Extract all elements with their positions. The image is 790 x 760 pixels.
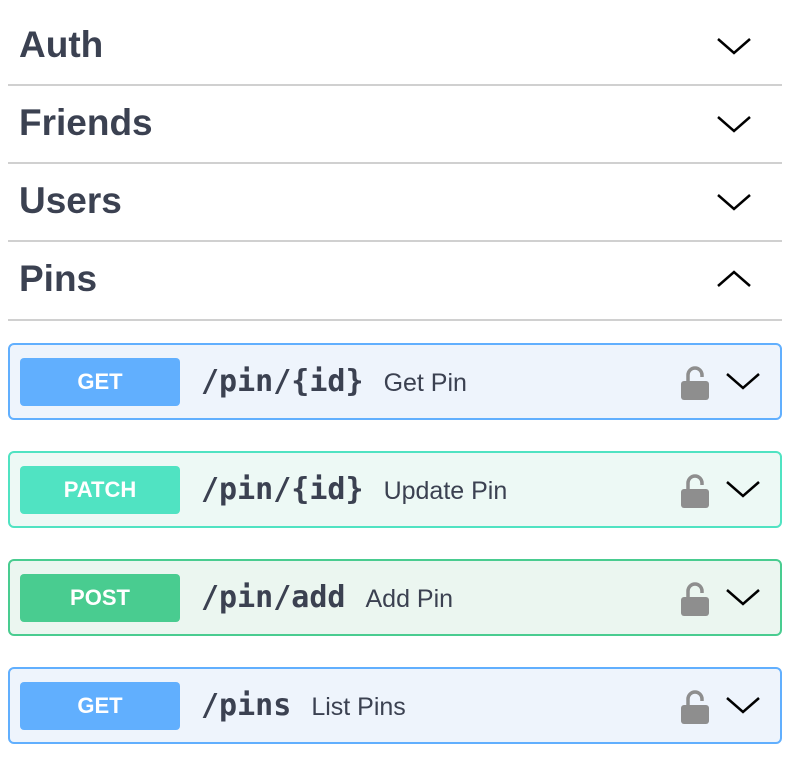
- operation-update-pin[interactable]: PATCH /pin/{id} Update Pin: [8, 451, 782, 528]
- section-title-pins: Pins: [19, 258, 98, 299]
- method-badge-patch: PATCH: [20, 466, 180, 514]
- operation-add-pin[interactable]: POST /pin/add Add Pin: [8, 559, 782, 636]
- section-users[interactable]: Users: [8, 164, 782, 242]
- section-pins[interactable]: Pins: [8, 243, 782, 321]
- lock-icon[interactable]: [680, 473, 710, 509]
- lock-icon[interactable]: [680, 581, 710, 617]
- method-badge-get: GET: [20, 682, 180, 730]
- method-badge-post: POST: [20, 574, 180, 622]
- operation-summary: Get Pin: [383, 369, 467, 397]
- method-badge-get: GET: [20, 358, 180, 406]
- chevron-down-icon[interactable]: [725, 693, 761, 717]
- section-auth[interactable]: Auth: [8, 8, 782, 86]
- operation-path: /pins List Pins: [201, 688, 406, 723]
- operation-path: /pin/add Add Pin: [201, 580, 454, 615]
- section-title-auth: Auth: [19, 24, 104, 65]
- chevron-down-icon[interactable]: [725, 369, 761, 393]
- operation-summary: List Pins: [311, 693, 406, 721]
- chevron-down-icon[interactable]: [716, 190, 752, 214]
- section-friends[interactable]: Friends: [8, 86, 782, 164]
- operation-path: /pin/{id} Update Pin: [201, 472, 508, 507]
- chevron-down-icon[interactable]: [725, 585, 761, 609]
- chevron-down-icon[interactable]: [716, 34, 752, 58]
- lock-icon[interactable]: [680, 365, 710, 401]
- operation-path: /pin/{id} Get Pin: [201, 364, 467, 399]
- operation-list-pins[interactable]: GET /pins List Pins: [8, 667, 782, 744]
- chevron-down-icon[interactable]: [725, 477, 761, 501]
- operation-get-pin[interactable]: GET /pin/{id} Get Pin: [8, 343, 782, 420]
- operation-summary: Add Pin: [365, 585, 454, 613]
- section-title-friends: Friends: [19, 102, 153, 143]
- section-title-users: Users: [19, 180, 122, 221]
- chevron-down-icon[interactable]: [716, 112, 752, 136]
- chevron-up-icon[interactable]: [716, 267, 752, 291]
- lock-icon[interactable]: [680, 689, 710, 725]
- operation-summary: Update Pin: [383, 477, 508, 505]
